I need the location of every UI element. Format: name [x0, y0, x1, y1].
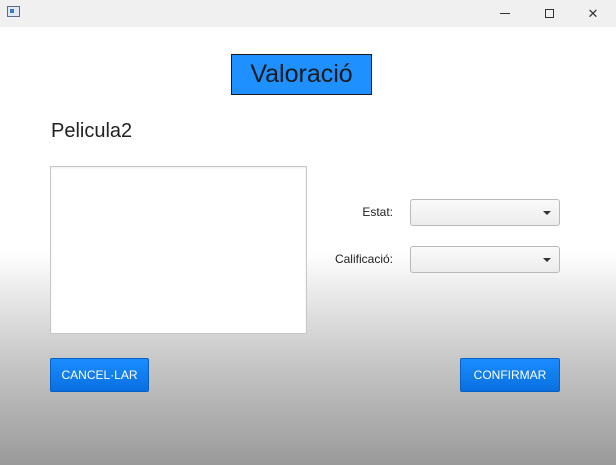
calificacio-combobox[interactable]: [410, 246, 560, 273]
confirm-button[interactable]: CONFIRMAR: [460, 358, 560, 392]
window-titlebar: ✕: [0, 0, 616, 27]
main-content: Valoració Pelicula2 Estat: Calificació: …: [0, 27, 616, 465]
movie-title: Pelicula2: [51, 120, 133, 142]
app-icon: [7, 6, 20, 17]
maximize-button[interactable]: [526, 0, 572, 27]
close-button[interactable]: ✕: [570, 0, 616, 27]
close-icon: ✕: [587, 5, 599, 21]
chevron-down-icon: [543, 211, 551, 215]
calificacio-label: Calificació:: [334, 252, 393, 266]
chevron-down-icon: [543, 258, 551, 262]
comment-textarea[interactable]: [50, 166, 307, 334]
estat-label: Estat:: [362, 205, 393, 219]
estat-combobox[interactable]: [410, 199, 560, 226]
minimize-button[interactable]: [482, 0, 528, 27]
cancel-button[interactable]: CANCEL·LAR: [50, 358, 149, 392]
page-title: Valoració: [231, 54, 372, 95]
maximize-icon: [544, 9, 554, 18]
minimize-icon: [500, 13, 510, 14]
